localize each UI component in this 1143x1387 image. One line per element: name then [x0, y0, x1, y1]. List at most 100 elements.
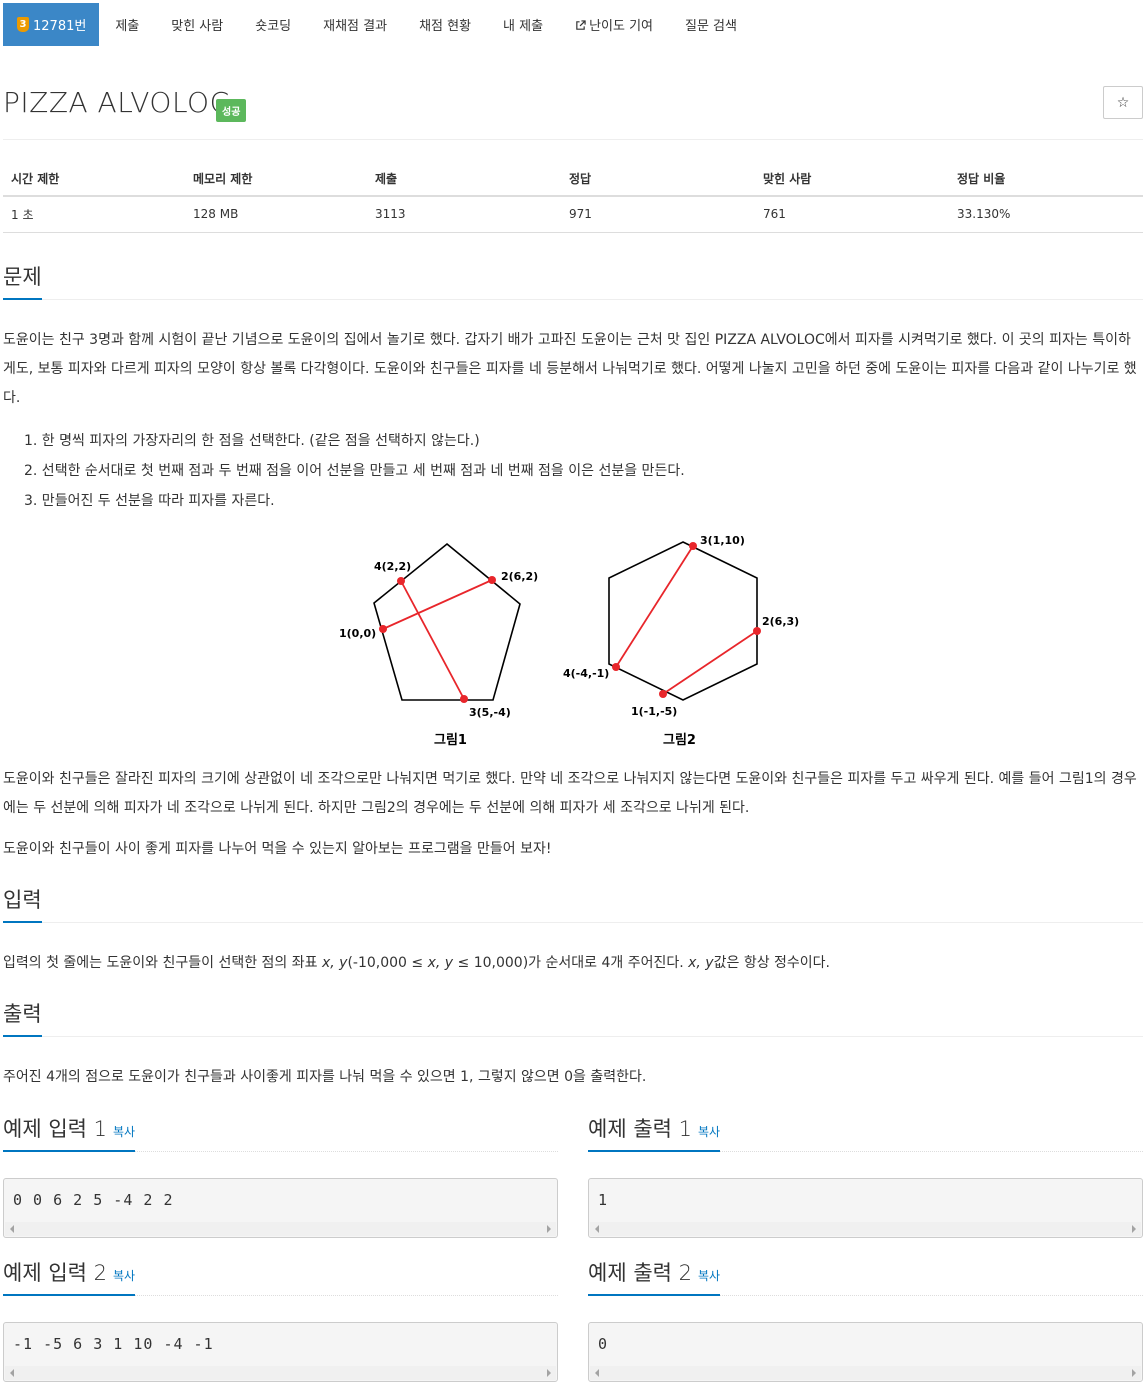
memory-limit-value: 128 MB: [185, 196, 367, 233]
nav-rejudge-results[interactable]: 재채점 결과: [307, 3, 403, 46]
accepted-value: 971: [561, 196, 755, 233]
sample-output-1[interactable]: 1: [588, 1178, 1143, 1238]
point-label: 3(5,-4): [469, 706, 511, 719]
point-marker: [379, 625, 387, 633]
problem-page: 3 12781번 제출 맞힌 사람 숏코딩 재채점 결과 채점 현황 내 제출 …: [0, 0, 1143, 1387]
problem-description-1: 도윤이는 친구 3명과 함께 시험이 끝난 기념으로 도윤이의 집에서 놀기로 …: [3, 332, 1137, 406]
status-badge: 성공: [216, 99, 247, 122]
sample-input-1-heading: 예제 입력 1 복사: [3, 1116, 136, 1152]
output-heading: 출력: [3, 1001, 42, 1037]
pizza-figure: 1(0,0) 2(6,2) 3(5,-4) 4(2,2) 그림1 1(-1,-5…: [339, 534, 799, 748]
input-section-header: 입력: [3, 887, 1143, 923]
figure-1: 1(0,0) 2(6,2) 3(5,-4) 4(2,2) 그림1: [339, 542, 538, 748]
math-var: x, y: [427, 955, 454, 971]
sample-output-2[interactable]: 0: [588, 1322, 1143, 1382]
math-var: x, y: [688, 955, 714, 971]
scroll-left-icon[interactable]: [595, 1369, 599, 1377]
input-text: ≤ 10,000)가 순서대로 4개 주어진다.: [453, 955, 689, 971]
accept-ratio-value: 33.130%: [949, 196, 1143, 233]
input-text: 값은 항상 정수이다.: [713, 955, 830, 971]
scroll-left-icon[interactable]: [10, 1225, 14, 1233]
sample-input-2[interactable]: -1 -5 6 3 1 10 -4 -1: [3, 1322, 558, 1382]
horizontal-scrollbar[interactable]: [590, 1366, 1141, 1380]
scroll-right-icon[interactable]: [1132, 1369, 1136, 1377]
nav-question-search[interactable]: 질문 검색: [669, 3, 753, 46]
sample-output-1-header: 예제 출력 1 복사: [588, 1116, 1143, 1152]
sample-output-2-header: 예제 출력 2 복사: [588, 1260, 1143, 1296]
nav-problem-id[interactable]: 3 12781번: [3, 3, 100, 46]
point-marker: [689, 542, 697, 550]
problem-heading: 문제: [3, 264, 42, 300]
point-label: 4(2,2): [374, 560, 411, 573]
star-icon: ☆: [1116, 94, 1130, 111]
sample-code: -1 -5 6 3 1 10 -4 -1: [13, 1335, 214, 1353]
sample-code: 0 0 6 2 5 -4 2 2: [13, 1191, 174, 1209]
hexagon-pizza: [608, 541, 758, 701]
sample-input-1[interactable]: 0 0 6 2 5 -4 2 2: [3, 1178, 558, 1238]
sample-code: 0: [598, 1335, 609, 1353]
submissions-value: 3113: [367, 196, 561, 233]
horizontal-scrollbar[interactable]: [5, 1222, 556, 1236]
horizontal-scrollbar[interactable]: [5, 1366, 556, 1380]
sample-input-1-header: 예제 입력 1 복사: [3, 1116, 558, 1152]
title-row: PIZZA ALVOLOC 성공 ☆: [3, 86, 1143, 140]
nav-judge-status[interactable]: 채점 현황: [403, 3, 487, 46]
input-text: 입력의 첫 줄에는 도윤이와 친구들이 선택한 점의 좌표: [3, 955, 322, 971]
nav-my-submissions[interactable]: 내 제출: [487, 3, 559, 46]
copy-button[interactable]: 복사: [698, 1269, 720, 1283]
sample-output-2-heading: 예제 출력 2 복사: [588, 1260, 721, 1296]
scroll-right-icon[interactable]: [547, 1225, 551, 1233]
nav-short-coding[interactable]: 숏코딩: [239, 3, 307, 46]
point-marker: [659, 690, 667, 698]
sample-input-2-header: 예제 입력 2 복사: [3, 1260, 558, 1296]
problem-id-label: 12781번: [33, 19, 87, 34]
cut-line-1-2: [382, 579, 493, 630]
problem-description-3: 도윤이와 친구들이 사이 좋게 피자를 나누어 먹을 수 있는지 알아보는 프로…: [3, 841, 552, 857]
output-section-header: 출력: [3, 1001, 1143, 1037]
sample-title: 예제 출력 2: [588, 1261, 692, 1285]
header-memory-limit: 메모리 제한: [185, 162, 367, 197]
list-item: 3. 만들어진 두 선분을 따라 피자를 자른다.: [24, 493, 275, 509]
time-limit-value: 1 초: [3, 196, 185, 233]
list-item: 1. 한 명씩 피자의 가장자리의 한 점을 선택한다. (같은 점을 선택하지…: [24, 433, 480, 449]
cut-line-3-4: [400, 580, 465, 700]
point-marker: [612, 663, 620, 671]
info-value-row: 1 초 128 MB 3113 971 761 33.130%: [3, 196, 1143, 233]
copy-button[interactable]: 복사: [113, 1269, 135, 1283]
point-label: 2(6,3): [762, 615, 799, 628]
figure-caption: 그림1: [434, 733, 467, 748]
nav-difficulty-contribution[interactable]: 난이도 기여: [559, 3, 669, 46]
point-label: 4(-4,-1): [563, 667, 609, 680]
copy-button[interactable]: 복사: [698, 1125, 720, 1139]
problem-info-table: 시간 제한 메모리 제한 제출 정답 맞힌 사람 정답 비율 1 초 128 M…: [3, 162, 1143, 233]
tier-icon: 3: [17, 17, 29, 32]
sample-title: 예제 출력 1: [588, 1117, 692, 1141]
scroll-right-icon[interactable]: [1132, 1225, 1136, 1233]
point-label: 1(-1,-5): [631, 705, 677, 718]
nav-submit[interactable]: 제출: [99, 3, 155, 46]
sample-input-2-heading: 예제 입력 2 복사: [3, 1260, 136, 1296]
problem-nav: 3 12781번 제출 맞힌 사람 숏코딩 재채점 결과 채점 현황 내 제출 …: [3, 3, 753, 46]
sample-output-1-heading: 예제 출력 1 복사: [588, 1116, 721, 1152]
favorite-button[interactable]: ☆: [1103, 86, 1143, 119]
list-item: 2. 선택한 순서대로 첫 번째 점과 두 번째 점을 이어 선분을 만들고 세…: [24, 463, 685, 479]
point-label: 2(6,2): [501, 570, 538, 583]
scroll-left-icon[interactable]: [10, 1369, 14, 1377]
math-var: x, y: [321, 955, 348, 971]
point-marker: [488, 576, 496, 584]
copy-button[interactable]: 복사: [113, 1125, 135, 1139]
point-marker: [753, 627, 761, 635]
horizontal-scrollbar[interactable]: [590, 1222, 1141, 1236]
cut-line-1-2: [662, 630, 758, 695]
point-label: 1(0,0): [339, 627, 376, 640]
header-solved-users: 맞힌 사람: [755, 162, 949, 197]
header-accept-ratio: 정답 비율: [949, 162, 1143, 197]
sample-code: 1: [598, 1191, 609, 1209]
problem-steps-list: 1. 한 명씩 피자의 가장자리의 한 점을 선택한다. (같은 점을 선택하지…: [24, 426, 1124, 516]
scroll-left-icon[interactable]: [595, 1225, 599, 1233]
nav-solved-users[interactable]: 맞힌 사람: [155, 3, 239, 46]
cut-line-3-4: [615, 545, 694, 668]
header-time-limit: 시간 제한: [3, 162, 185, 197]
scroll-right-icon[interactable]: [547, 1369, 551, 1377]
solved-users-value: 761: [755, 196, 949, 233]
